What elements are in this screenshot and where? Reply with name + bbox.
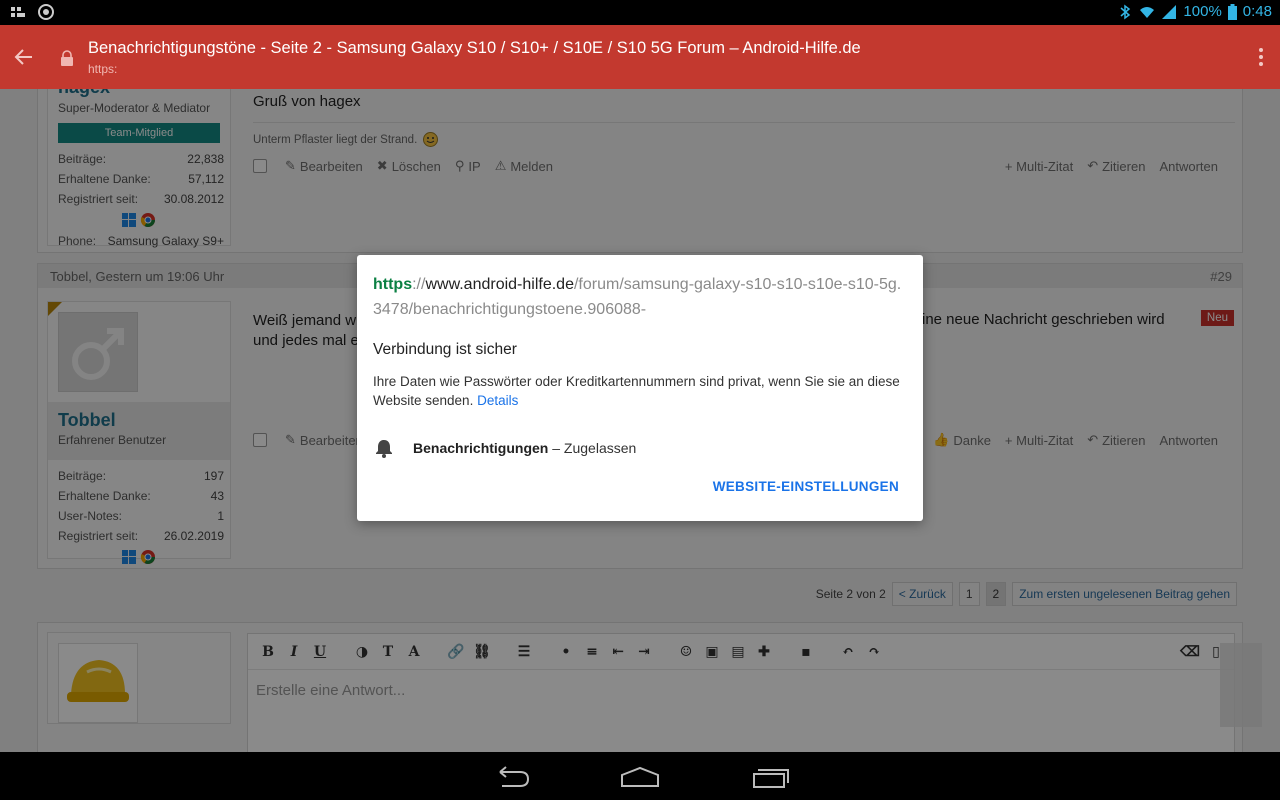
notification-icon [11,7,25,17]
page-info-dialog: https://www.android-hilfe.de/forum/samsu… [357,255,923,521]
url-display[interactable]: https: [88,62,117,76]
screen: 100% 0:48 Benachrichtigungstöne - Seite … [0,0,1280,800]
wifi-icon [1140,6,1155,18]
chrome-icon [38,4,54,20]
recents-nav-icon[interactable] [750,766,790,788]
back-arrow-icon[interactable] [12,45,36,69]
connection-description: Ihre Daten wie Passwörter oder Kreditkar… [373,374,900,408]
connection-heading: Verbindung ist sicher [373,341,517,358]
dialog-url: https://www.android-hilfe.de/forum/samsu… [373,276,902,318]
overflow-menu-icon[interactable] [1258,47,1264,67]
browser-toolbar: Benachrichtigungstöne - Seite 2 - Samsun… [0,25,1280,89]
permission-state: – Zugelassen [552,440,637,456]
battery-percent: 100% [1183,3,1222,20]
site-settings-button[interactable]: WEBSITE-EINSTELLUNGEN [713,479,899,494]
home-nav-icon[interactable] [620,766,660,788]
battery-icon [1227,3,1237,20]
notification-permission-row[interactable]: Benachrichtigungen – Zugelassen [373,437,636,459]
page-title[interactable]: Benachrichtigungstöne - Seite 2 - Samsun… [88,39,1228,58]
permission-name: Benachrichtigungen [413,440,549,456]
lock-icon[interactable] [60,50,74,66]
back-nav-icon[interactable] [492,766,532,788]
status-bar: 100% 0:48 [0,0,1280,25]
signal-icon [1162,4,1177,19]
details-link[interactable]: Details [477,393,518,408]
bell-icon [376,440,392,458]
bluetooth-icon [1120,4,1131,19]
clock: 0:48 [1242,3,1272,20]
navigation-bar [0,752,1280,800]
